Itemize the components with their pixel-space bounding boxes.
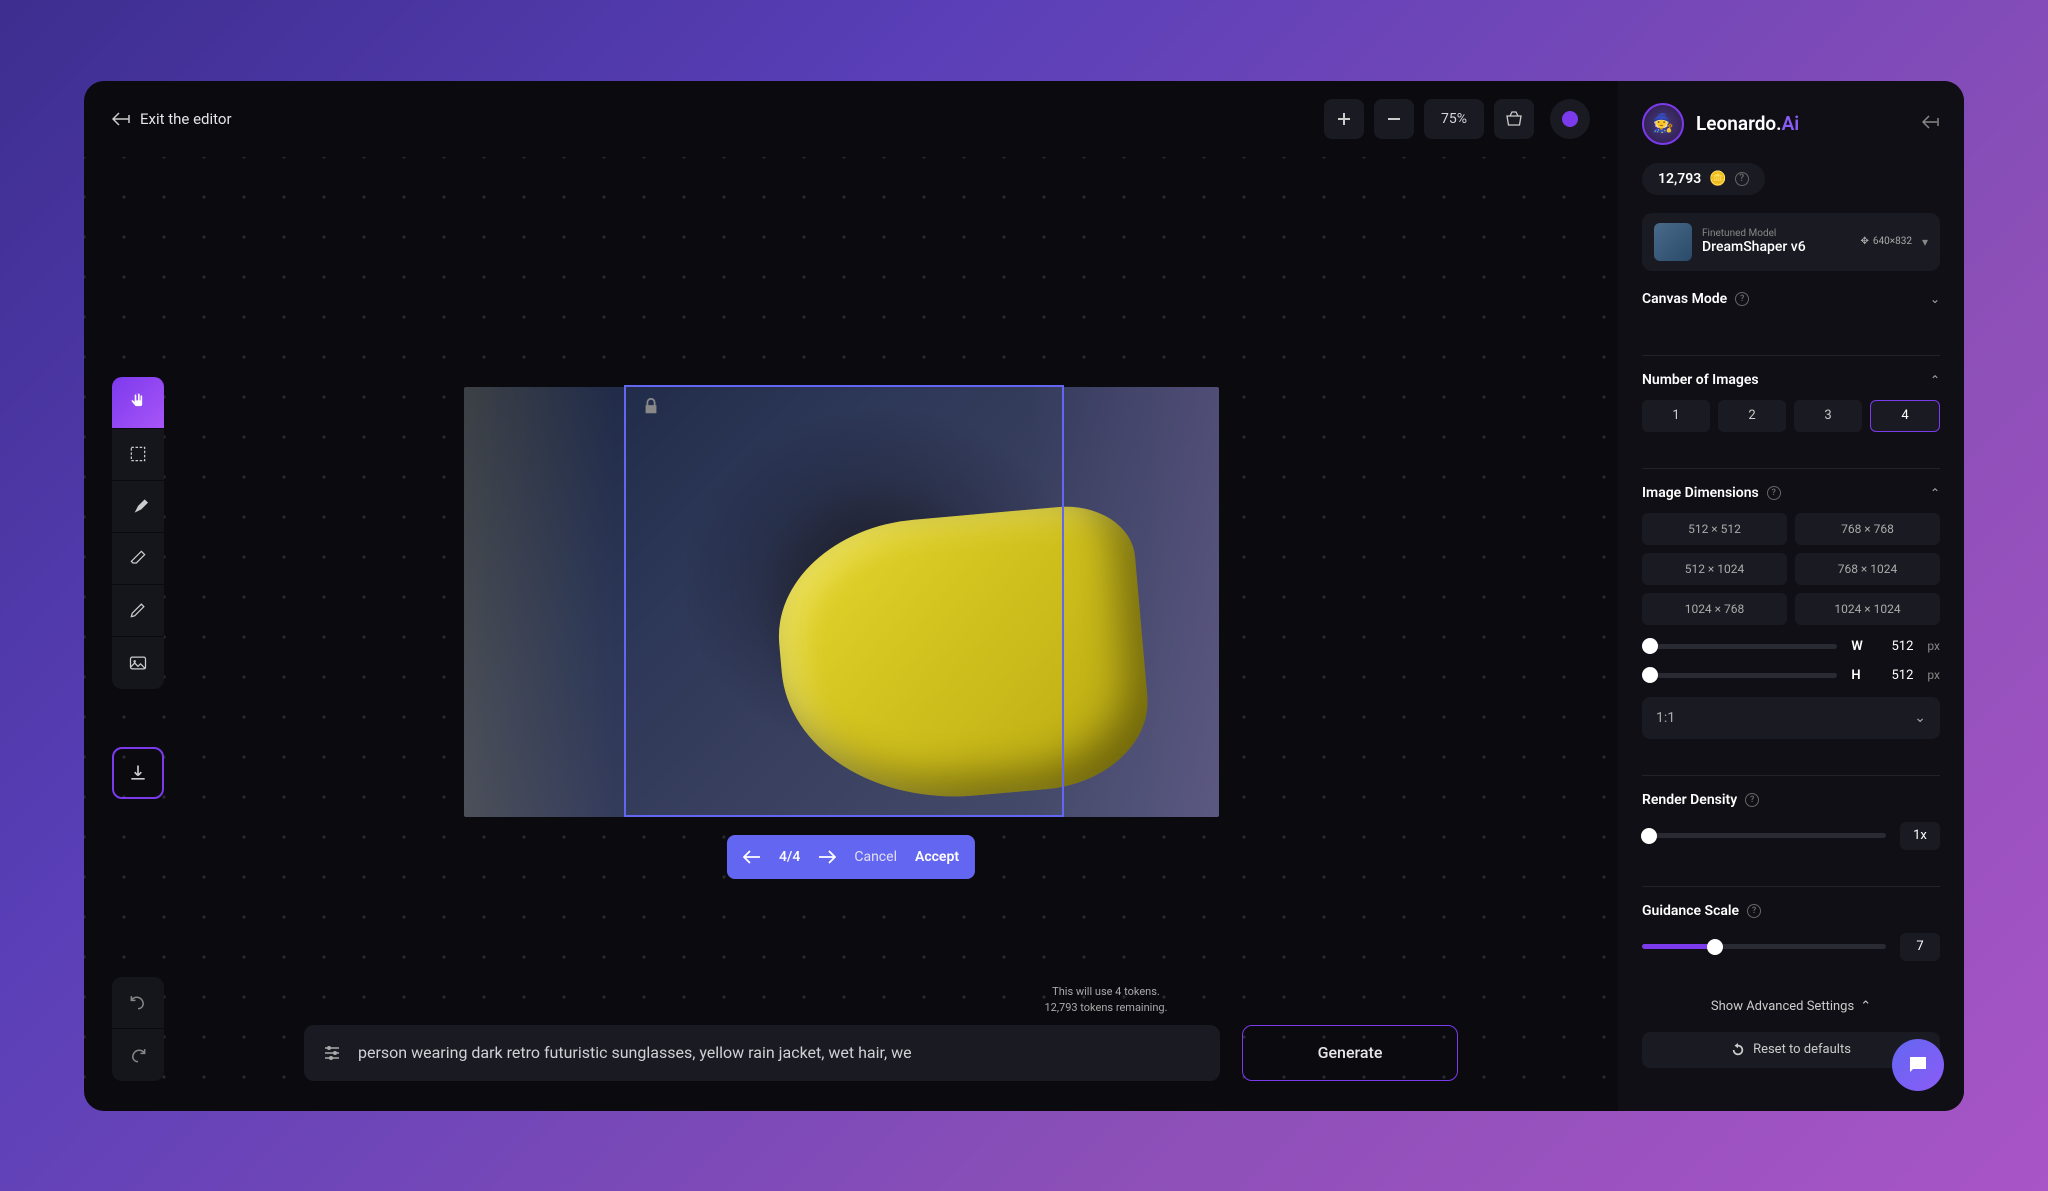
user-avatar[interactable] (1550, 99, 1590, 139)
dim-preset[interactable]: 1024 × 1024 (1795, 593, 1940, 625)
settings-sliders-icon[interactable] (322, 1043, 342, 1063)
review-bar: 4/4 Cancel Accept (727, 835, 975, 879)
width-value: 512 (1883, 639, 1913, 654)
help-icon[interactable]: ? (1735, 292, 1749, 306)
zoom-level[interactable]: 75% (1424, 99, 1484, 139)
dim-preset[interactable]: 768 × 1024 (1795, 553, 1940, 585)
model-name: DreamShaper v6 (1702, 239, 1851, 255)
review-counter: 4/4 (779, 849, 800, 865)
aspect-ratio-select[interactable]: 1:1 ⌄ (1642, 697, 1940, 739)
collapse-sidebar-button[interactable] (1922, 114, 1940, 133)
brand-logo-icon: 🧙 (1642, 103, 1684, 145)
help-icon[interactable]: ? (1767, 486, 1781, 500)
render-density-slider[interactable] (1642, 833, 1886, 838)
num-images-2[interactable]: 2 (1718, 400, 1786, 432)
chevron-down-icon: ▾ (1922, 235, 1928, 249)
num-images-1[interactable]: 1 (1642, 400, 1710, 432)
canvas-mode-label: Canvas Mode (1642, 291, 1727, 307)
guidance-value: 7 (1900, 933, 1940, 961)
num-images-options: 1 2 3 4 (1642, 400, 1940, 432)
num-images-4[interactable]: 4 (1870, 400, 1940, 432)
dim-preset[interactable]: 512 × 512 (1642, 513, 1787, 545)
token-balance-chip[interactable]: 12,793 🪙 ? (1642, 163, 1765, 195)
zoom-out-button[interactable] (1374, 99, 1414, 139)
render-density-label: Render Density (1642, 792, 1737, 808)
eraser-tool[interactable] (112, 533, 164, 585)
guidance-slider[interactable] (1642, 944, 1886, 949)
undo-button[interactable] (112, 977, 164, 1029)
lock-icon (642, 397, 662, 417)
generated-image[interactable] (464, 387, 1219, 817)
history-controls (112, 977, 164, 1081)
brand: 🧙 Leonardo.Ai (1642, 103, 1799, 145)
render-density-value: 1x (1900, 822, 1940, 850)
prev-arrow-icon[interactable] (743, 850, 761, 864)
width-slider[interactable] (1642, 644, 1837, 649)
download-button[interactable] (112, 747, 164, 799)
help-icon[interactable]: ? (1747, 904, 1761, 918)
exit-label: Exit the editor (140, 110, 232, 128)
model-type-label: Finetuned Model (1702, 228, 1851, 239)
guidance-label: Guidance Scale (1642, 903, 1739, 919)
brush-tool[interactable] (112, 481, 164, 533)
pen-tool[interactable] (112, 585, 164, 637)
chat-fab[interactable] (1892, 1039, 1944, 1091)
chevron-up-icon: ⌃ (1860, 999, 1871, 1014)
tool-sidebar (112, 377, 164, 689)
height-value: 512 (1883, 668, 1913, 683)
image-dims-label: Image Dimensions (1642, 485, 1759, 501)
dim-preset[interactable]: 512 × 1024 (1642, 553, 1787, 585)
redo-button[interactable] (112, 1029, 164, 1081)
prompt-input[interactable]: person wearing dark retro futuristic sun… (304, 1025, 1220, 1081)
height-slider[interactable] (1642, 673, 1837, 678)
chevron-up-icon[interactable]: ⌃ (1930, 486, 1940, 500)
dim-preset[interactable]: 1024 × 768 (1642, 593, 1787, 625)
prompt-text: person wearing dark retro futuristic sun… (358, 1043, 1202, 1062)
model-selector[interactable]: Finetuned Model DreamShaper v6 ✥640×832 … (1642, 213, 1940, 271)
next-arrow-icon[interactable] (818, 850, 836, 864)
dim-preset[interactable]: 768 × 768 (1795, 513, 1940, 545)
select-tool[interactable] (112, 429, 164, 481)
chevron-up-icon[interactable]: ⌃ (1930, 373, 1940, 387)
exit-editor-button[interactable]: Exit the editor (112, 110, 232, 128)
model-native-dim: ✥640×832 (1861, 236, 1912, 247)
zoom-in-button[interactable] (1324, 99, 1364, 139)
show-advanced-link[interactable]: Show Advanced Settings⌃ (1642, 999, 1940, 1014)
help-icon[interactable]: ? (1745, 793, 1759, 807)
settings-sidebar: 🧙 Leonardo.Ai 12,793 🪙 ? Finetuned Model… (1618, 81, 1964, 1111)
help-icon[interactable]: ? (1735, 172, 1749, 186)
chevron-down-icon: ⌄ (1914, 710, 1926, 726)
pan-tool[interactable] (112, 377, 164, 429)
chevron-down-icon[interactable]: ⌄ (1930, 292, 1940, 306)
generate-button[interactable]: Generate (1242, 1025, 1458, 1081)
coin-icon: 🪙 (1709, 171, 1726, 187)
accept-button[interactable]: Accept (915, 849, 959, 865)
basket-icon[interactable] (1494, 99, 1534, 139)
num-images-3[interactable]: 3 (1794, 400, 1862, 432)
cancel-button[interactable]: Cancel (854, 849, 897, 865)
token-info: This will use 4 tokens. 12,793 tokens re… (1044, 984, 1167, 1017)
canvas[interactable]: 4/4 Cancel Accept This will use 4 tokens… (84, 157, 1618, 1111)
image-tool[interactable] (112, 637, 164, 689)
num-images-label: Number of Images (1642, 372, 1759, 388)
model-thumb (1654, 223, 1692, 261)
